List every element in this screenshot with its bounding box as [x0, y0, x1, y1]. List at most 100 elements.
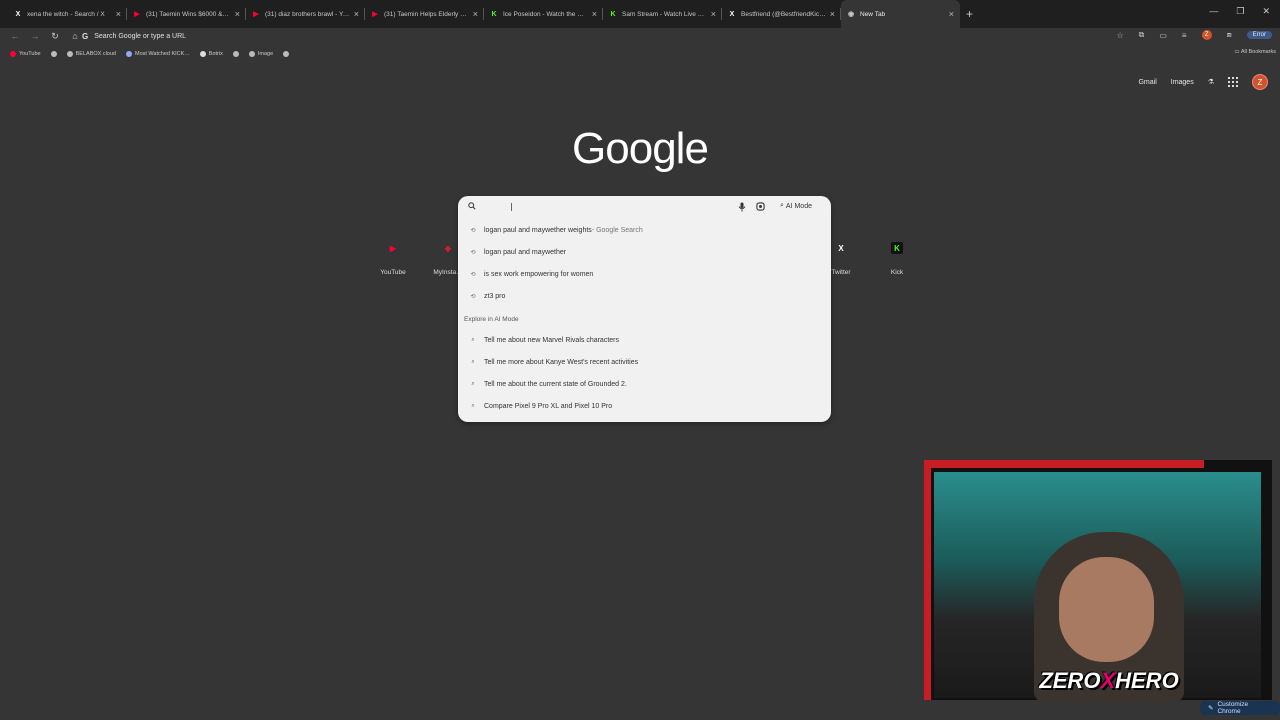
bookmark-label: Most Watched KICK…	[134, 50, 190, 57]
tab-3[interactable]: ▶ (31) Taemin Helps Elderly Lady… ×	[365, 0, 484, 28]
forward-icon[interactable]: →	[30, 31, 40, 41]
bookmark-item[interactable]: YouTube	[10, 50, 41, 57]
bookmark-item[interactable]	[50, 50, 57, 57]
bookmark-item[interactable]: Botrix	[199, 50, 223, 57]
tab-close-icon[interactable]: ×	[354, 9, 359, 19]
bookmark-item[interactable]: Image	[248, 50, 273, 57]
history-suggestion[interactable]: ⟲ is sex work empowering for women	[470, 271, 593, 278]
bookmark-label: YouTube	[19, 50, 41, 57]
tab-close-icon[interactable]: ×	[711, 9, 716, 19]
tab-5[interactable]: K Sam Stream - Watch Live on Ki… ×	[603, 0, 722, 28]
bookmarks-bar: YouTube BELABOX cloud Most Watched KICK… Bo…	[0, 46, 1280, 61]
tab-close-icon[interactable]: ×	[235, 9, 240, 19]
bookmark-item[interactable]	[232, 50, 239, 57]
tab-2[interactable]: ▶ (31) diaz brothers brawl - YouT… ×	[246, 0, 365, 28]
shortcut-kick[interactable]: K Kick	[877, 242, 917, 276]
suggestion-text: Compare Pixel 9 Pro XL and Pixel 10 Pro	[484, 403, 613, 410]
cast-icon[interactable]: ▭	[1159, 31, 1167, 40]
customize-chrome-button[interactable]: ✎ Customize Chrome	[1200, 701, 1280, 715]
suggestion-text: Tell me about the current state of Groun…	[484, 381, 627, 388]
streamer-face	[1059, 557, 1154, 662]
kick-icon: K	[891, 242, 903, 254]
bookmark-star-icon[interactable]: ☆	[1116, 31, 1123, 40]
ai-search-icon: ⌕	[471, 337, 475, 343]
webcam-overlay: ZEROXHERO	[924, 460, 1272, 702]
youtube-icon: ▶	[389, 243, 397, 253]
back-icon[interactable]: ←	[10, 31, 20, 41]
chrome-icon: ◉	[847, 11, 855, 18]
bookmark-item[interactable]	[283, 50, 290, 57]
webcam-video	[934, 472, 1261, 702]
omnibox[interactable]: G Search Google or type a URL	[82, 29, 1152, 43]
pencil-icon: ✎	[1208, 705, 1214, 712]
history-suggestion[interactable]: ⟲ logan paul and maywether	[470, 249, 566, 256]
all-bookmarks-button[interactable]: ▭ All Bookmarks	[1234, 49, 1276, 55]
tab-title: New Tab	[860, 10, 886, 18]
apps-grid-icon[interactable]	[1228, 77, 1238, 87]
tab-close-icon[interactable]: ×	[592, 9, 597, 19]
bookmark-item[interactable]: BELABOX cloud	[66, 50, 116, 57]
images-link[interactable]: Images	[1171, 79, 1194, 86]
tab-close-icon[interactable]: ×	[949, 9, 954, 19]
ai-search-icon: ⌕	[471, 381, 475, 387]
labs-flask-icon[interactable]: ⚗	[1208, 78, 1214, 86]
shortcut-label: YouTube	[380, 269, 406, 276]
suggestion-text: logan paul and maywether weights	[484, 227, 592, 234]
text-cursor	[511, 203, 512, 211]
close-window-icon[interactable]: ✕	[1262, 6, 1270, 17]
bookmark-label: Botrix	[208, 50, 223, 57]
globe-icon	[248, 50, 255, 57]
globe-icon	[125, 50, 132, 57]
history-suggestion[interactable]: ⟲ zt3 pro	[470, 293, 505, 300]
ai-mode-button[interactable]: ⌕ AI Mode	[780, 202, 812, 210]
ai-mode-suggestion[interactable]: ⌕ Tell me about new Marvel Rivals charact…	[470, 337, 619, 344]
omnibox-placeholder: Search Google or type a URL	[94, 32, 187, 40]
globe-icon	[50, 50, 57, 57]
all-bookmarks-label: All Bookmarks	[1240, 49, 1276, 55]
account-avatar[interactable]: Z	[1252, 74, 1268, 90]
reload-icon[interactable]: ↻	[50, 31, 60, 42]
x-logo-icon: X	[729, 10, 735, 18]
tab-4[interactable]: K Ice Poseidon - Watch the VOD… ×	[484, 0, 603, 28]
error-badge[interactable]: Error	[1246, 31, 1272, 39]
ai-mode-suggestion[interactable]: ⌕ Tell me about the current state of Grou…	[470, 381, 627, 388]
home-icon[interactable]: ⌂	[70, 31, 80, 41]
window-controls: — ❐ ✕	[1209, 6, 1270, 17]
globe-icon	[66, 50, 73, 57]
suggestion-text: Tell me more about Kanye West's recent a…	[484, 359, 639, 366]
microphone-icon[interactable]	[738, 202, 746, 212]
ai-search-icon: ⌕	[471, 359, 475, 365]
bookmark-label: BELABOX cloud	[75, 50, 116, 57]
suggestion-text: logan paul and maywether	[484, 249, 567, 256]
ai-search-icon: ⌕	[471, 403, 475, 409]
tab-0[interactable]: Xxena the witch - Search / X ×	[8, 0, 127, 28]
gmail-link[interactable]: Gmail	[1138, 79, 1156, 86]
suggestion-text: is sex work empowering for women	[484, 271, 594, 278]
settings-sliders-icon[interactable]: ≡	[1182, 31, 1187, 40]
tab-title: Ice Poseidon - Watch the VOD…	[503, 10, 588, 18]
tab-search-icon[interactable]: ⧈	[1227, 30, 1232, 40]
extensions-icon[interactable]: ⧉	[1139, 30, 1145, 40]
tab-7[interactable]: ◉ New Tab ×	[841, 0, 960, 28]
maximize-icon[interactable]: ❐	[1236, 6, 1244, 17]
tab-close-icon[interactable]: ×	[830, 9, 835, 19]
tab-1[interactable]: ▶ (31) Taemin Wins $6000 & Mo… ×	[127, 0, 246, 28]
google-lens-icon[interactable]	[756, 202, 765, 211]
bookmark-item[interactable]: Most Watched KICK…	[125, 50, 190, 57]
profile-avatar-small[interactable]: Z	[1201, 30, 1212, 40]
new-tab-button[interactable]: +	[966, 7, 973, 21]
shortcut-youtube[interactable]: ▶ YouTube	[373, 242, 413, 277]
shortcut-label: Kick	[890, 269, 904, 276]
ai-mode-suggestion[interactable]: ⌕ Tell me more about Kanye West's recent …	[470, 359, 638, 366]
search-input[interactable]: ⌕ AI Mode	[458, 196, 831, 218]
ai-mode-suggestion[interactable]: ⌕ Compare Pixel 9 Pro XL and Pixel 10 Pro	[470, 403, 612, 410]
youtube-icon: ▶	[372, 11, 378, 18]
suggestion-text: zt3 pro	[484, 293, 506, 300]
minimize-icon[interactable]: —	[1209, 6, 1218, 17]
tab-close-icon[interactable]: ×	[116, 9, 121, 19]
history-suggestion[interactable]: ⟲ logan paul and maywether weights - Goog…	[470, 227, 642, 234]
tab-close-icon[interactable]: ×	[473, 9, 478, 19]
ai-search-icon: ⌕	[780, 202, 784, 209]
tab-6[interactable]: X Bestfriend (@BestfriendKick) /… ×	[722, 0, 841, 28]
google-logo: Google	[572, 124, 709, 173]
